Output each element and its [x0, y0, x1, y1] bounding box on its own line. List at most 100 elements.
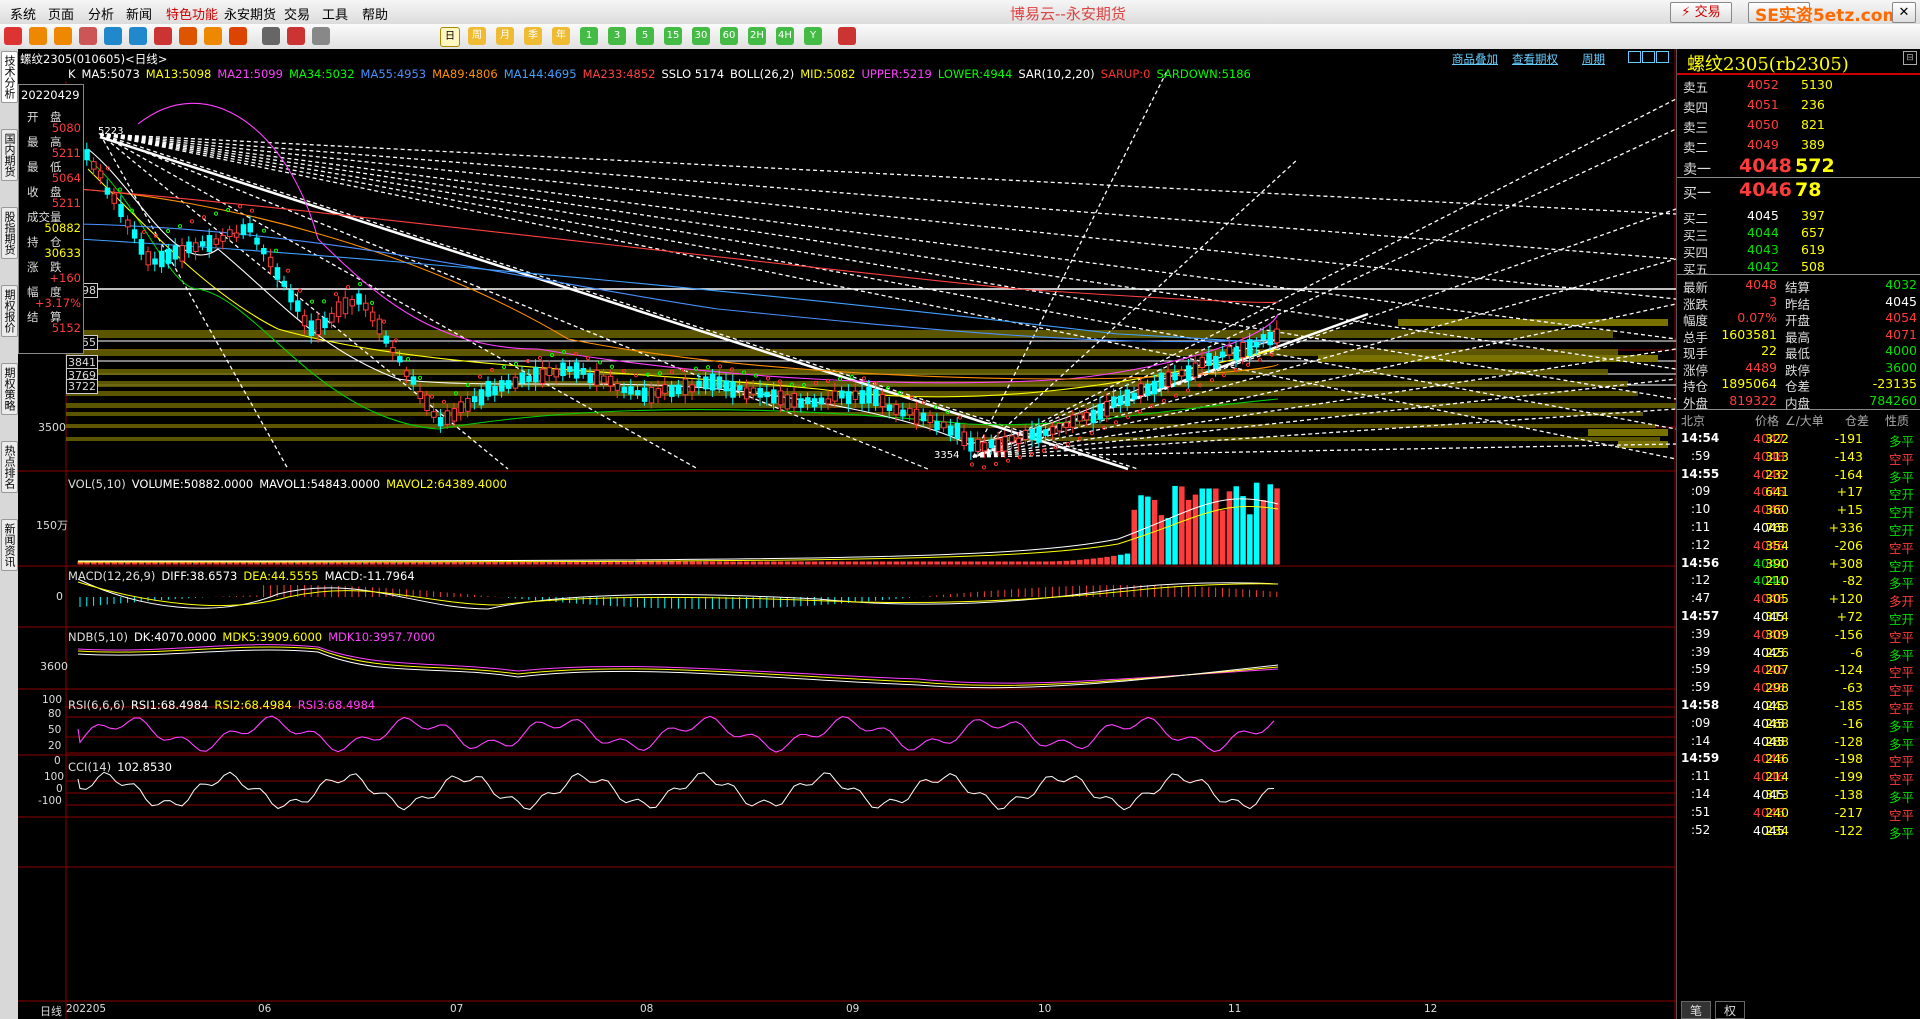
candle-body	[1043, 429, 1049, 436]
chart-canvas[interactable]	[18, 49, 1676, 1019]
draw-icon[interactable]	[179, 27, 197, 45]
candle-body	[213, 238, 219, 245]
candle-body	[397, 356, 403, 363]
volume-bar	[383, 561, 389, 565]
candle-body	[295, 300, 301, 312]
candle-body	[104, 187, 111, 195]
candle-body	[818, 397, 825, 405]
period-button-日[interactable]: 日	[440, 27, 460, 47]
period-button-季[interactable]: 季	[524, 27, 542, 45]
calc-icon[interactable]	[838, 27, 856, 45]
candle-body	[471, 396, 478, 403]
cci-axis--100: -100	[38, 795, 62, 807]
volume-bar	[580, 561, 587, 565]
left-tab-0[interactable]: 技术分析	[1, 51, 18, 103]
tick-row-8: :12 4044 210 -82 多平	[1677, 572, 1920, 591]
period-button-2H[interactable]: 2H	[748, 27, 766, 45]
period-button-60[interactable]: 60	[720, 27, 738, 45]
period-button-3[interactable]: 3	[608, 27, 626, 45]
period-button-年[interactable]: 年	[552, 27, 570, 45]
tick-delta-0: -191	[1834, 431, 1863, 446]
sar-dot	[717, 364, 723, 369]
volume-bar	[927, 561, 933, 565]
candle-body	[356, 293, 362, 305]
stat-row-1: 涨跌 3 昨结 4045	[1677, 293, 1920, 312]
cci-axis-100: 100	[44, 771, 65, 783]
candle-body	[873, 389, 879, 406]
left-tab-4[interactable]: 期权策略	[1, 363, 18, 415]
left-tab-3[interactable]: 期权报价	[1, 285, 18, 337]
sar-dot	[1221, 372, 1227, 378]
chart-area[interactable]: 螺纹2305(010605)<日线> 商品叠加 查看期权 周期 K MA5:5073 M…	[18, 49, 1676, 1019]
volume-bar	[1083, 559, 1090, 565]
menu-item-8[interactable]: 帮助	[362, 4, 388, 23]
period-button-5[interactable]: 5	[636, 27, 654, 45]
period-button-30[interactable]: 30	[692, 27, 710, 45]
period-button-15[interactable]: 15	[664, 27, 682, 45]
ticks-divider	[1677, 409, 1920, 410]
period-button-Y[interactable]: Y	[804, 27, 822, 45]
volume-bar	[852, 561, 859, 565]
chart-link-2[interactable]: 周期	[1582, 51, 1605, 67]
window-close-icon[interactable]: ✕	[1892, 2, 1916, 23]
menu-item-2[interactable]: 分析	[88, 4, 114, 23]
table-icon[interactable]	[262, 27, 280, 45]
left-tab-5[interactable]: 热点排名	[1, 441, 18, 493]
indicator-6: MA89:4806	[432, 67, 498, 81]
menu-item-7[interactable]: 工具	[322, 4, 348, 23]
menu-item-0[interactable]: 系统	[10, 4, 36, 23]
trade-button[interactable]: ⚡ 交易	[1670, 2, 1732, 23]
volume-bar	[968, 561, 974, 565]
home-icon[interactable]	[4, 27, 22, 45]
volume-bar	[750, 561, 757, 565]
period-button-周[interactable]: 周	[468, 27, 486, 45]
zoom-out-icon[interactable]	[129, 27, 147, 45]
left-tab-2[interactable]: 股指期货	[1, 207, 18, 259]
sar-dot	[837, 376, 843, 382]
candle-body	[492, 386, 498, 396]
candle-body	[1247, 339, 1253, 357]
link-icon[interactable]	[79, 27, 97, 45]
info-value-2: 5211	[51, 146, 81, 160]
zoom-out-icon[interactable]	[1628, 51, 1641, 63]
period-button-1[interactable]: 1	[580, 27, 598, 45]
bell-icon[interactable]	[204, 27, 222, 45]
sar-dot	[165, 228, 171, 234]
chart-link-0[interactable]: 商品叠加	[1452, 51, 1498, 67]
sar-dot	[141, 229, 147, 235]
tick-vol-7: 390	[1765, 555, 1789, 571]
menu-item-3[interactable]: 新闻	[126, 4, 152, 23]
period-button-4H[interactable]: 4H	[776, 27, 794, 45]
zoom-in-icon[interactable]	[104, 27, 122, 45]
zoom-reset-icon[interactable]	[1642, 51, 1655, 63]
menu-item-4[interactable]: 特色功能	[166, 4, 218, 23]
profile-extra-2	[1588, 429, 1668, 436]
menu-item-6[interactable]: 交易	[284, 4, 310, 23]
menu-item-1[interactable]: 页面	[48, 4, 74, 23]
candle-body	[403, 370, 410, 377]
sar-dot	[297, 288, 303, 293]
stat-value-a-3: 1603581	[1721, 326, 1777, 342]
expand-icon[interactable]: ⊟	[1903, 51, 1917, 65]
bar-icon[interactable]	[312, 27, 330, 45]
alarm-icon[interactable]	[229, 27, 247, 45]
cci-line	[77, 771, 1275, 811]
left-tab-1[interactable]: 国内期货	[1, 129, 18, 181]
bottom-tab-1[interactable]: 权	[1715, 1001, 1745, 1019]
period-button-月[interactable]: 月	[496, 27, 514, 45]
volume-bar	[941, 561, 947, 565]
book-icon[interactable]	[29, 27, 47, 45]
candle-body	[349, 298, 355, 307]
left-tab-6[interactable]: 新闻资讯	[1, 519, 18, 571]
stat-row-6: 持仓 1895064 仓差 -23135	[1677, 375, 1920, 394]
zoom-in-icon[interactable]	[1656, 51, 1669, 63]
folder-icon[interactable]	[54, 27, 72, 45]
menu-item-5[interactable]: 永安期货	[224, 4, 276, 23]
bottom-tab-0[interactable]: 笔	[1681, 1001, 1711, 1019]
volume-bar	[1124, 553, 1131, 565]
tick-vol-13: 207	[1765, 662, 1789, 678]
chart-icon[interactable]	[287, 27, 305, 45]
pencil-icon[interactable]	[154, 27, 172, 45]
chart-link-1[interactable]: 查看期权	[1512, 51, 1558, 67]
indicator-10: BOLL(26,2)	[730, 67, 795, 81]
